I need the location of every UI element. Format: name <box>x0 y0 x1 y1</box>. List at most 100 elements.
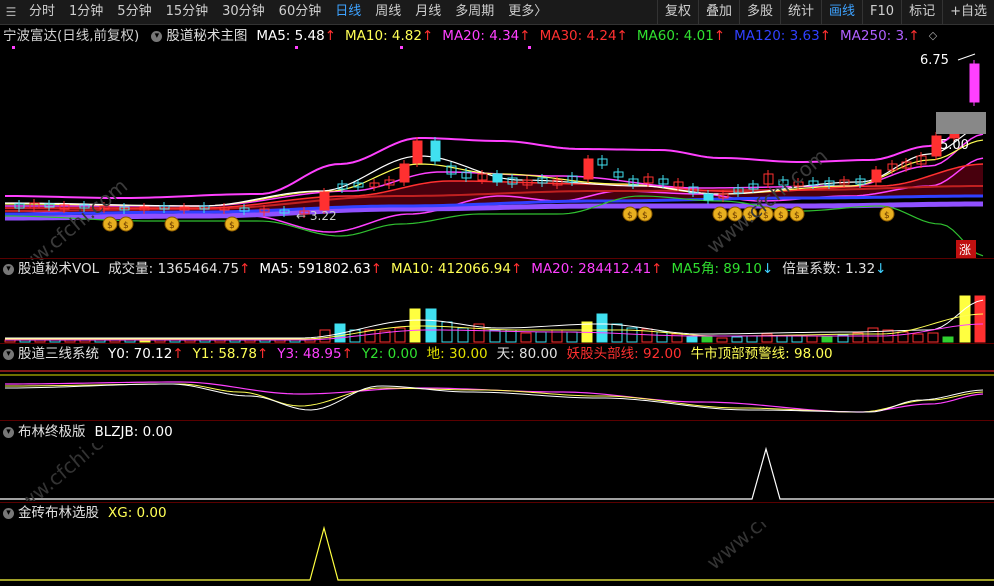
indicator-value: Y2: 0.00 <box>361 346 418 362</box>
boll-value: BLZJB: 0.00 <box>94 424 173 440</box>
tool-button[interactable]: 标记 <box>901 0 942 24</box>
candle <box>430 140 441 162</box>
main-indicator-name[interactable]: 股道秘术主图 <box>166 26 247 46</box>
trend-arrow-icon: ↓ <box>761 261 774 277</box>
period-tab[interactable]: 周线 <box>368 0 408 24</box>
boll-header: ▾ 布林终极版 BLZJB: 0.00 <box>0 422 182 442</box>
price-5-label: 5.00 <box>940 138 969 153</box>
period-tab[interactable]: 更多〉 <box>501 0 554 24</box>
boll-indicator-name[interactable]: 布林终极版 <box>18 422 86 442</box>
period-tab[interactable]: 日线 <box>328 0 368 24</box>
tool-button[interactable]: 叠加 <box>697 0 739 24</box>
gold-header: ▾ 金砖布林选股 XG: 0.00 <box>0 503 176 523</box>
trend-arrow-icon: ↑ <box>510 261 523 277</box>
boll-chart[interactable]: www.cfchi.com <box>0 443 994 501</box>
period-tab[interactable]: 60分钟 <box>272 0 329 24</box>
money-bag-icon: $ <box>642 211 648 221</box>
volume-bar <box>927 332 939 343</box>
tool-button[interactable]: 画线 <box>821 0 862 24</box>
money-bag-icon: $ <box>778 211 784 221</box>
indicator-value: MA10: 412066.94↑ <box>391 261 523 277</box>
candle <box>492 173 503 183</box>
vol-values: 成交量: 1365464.75↑ MA5: 591802.63↑ MA10: 412… <box>108 259 895 279</box>
gold-value: XG: 0.00 <box>108 505 167 521</box>
indicator-dropdown-icon[interactable]: ▾ <box>151 30 163 42</box>
vol-header: ▾ 股道秘术VOL 成交量: 1365464.75↑ MA5: 591802.63… <box>0 259 895 279</box>
high-price-label: 6.75 <box>920 53 949 68</box>
y3-line <box>4 381 984 413</box>
tool-button[interactable]: +自选 <box>942 0 994 24</box>
indicator-value: MA20: 4.34↑ <box>442 28 531 44</box>
vol-ma5-line <box>5 299 984 339</box>
marker <box>400 46 403 49</box>
vol-indicator-name[interactable]: 股道秘术VOL <box>18 259 99 279</box>
indicator-value: MA5角: 89.10↓ <box>671 261 774 277</box>
trend-arrow-icon: ↑ <box>370 261 383 277</box>
indicator-value: 牛市顶部预警线: 98.00 <box>690 346 833 362</box>
candle <box>319 191 330 211</box>
money-bag-icon: $ <box>717 211 723 221</box>
volume-bar <box>441 321 453 343</box>
period-tab[interactable]: 15分钟 <box>159 0 216 24</box>
volume-bar <box>776 335 788 343</box>
indicator-dropdown-icon[interactable]: ▾ <box>3 507 14 519</box>
indicator-value: MA30: 4.24↑ <box>539 28 628 44</box>
period-tab[interactable]: 多周期 <box>448 0 501 24</box>
period-tab[interactable]: 30分钟 <box>215 0 272 24</box>
three-line-values: Y0: 70.12↑ Y1: 58.78↑ Y3: 48.95↑ Y2: 0.00 地:… <box>108 344 842 364</box>
indicator-value: 地: 30.00 <box>426 346 488 362</box>
indicator-dropdown-icon[interactable]: ▾ <box>3 348 14 360</box>
volume-bar <box>867 327 879 343</box>
volume-bar <box>912 333 924 343</box>
indicator-dropdown-icon[interactable]: ▾ <box>3 426 14 438</box>
trend-arrow-icon: ↑ <box>651 261 663 277</box>
candle <box>399 163 410 183</box>
volume-bar <box>731 336 743 343</box>
three-line-header: ▾ 股道三线系统 Y0: 70.12↑ Y1: 58.78↑ Y3: 48.95↑ Y… <box>0 344 842 364</box>
trend-arrow-icon: ↑ <box>256 346 269 362</box>
tool-button[interactable]: 复权 <box>656 0 698 24</box>
trend-arrow-icon: ↑ <box>519 28 531 44</box>
period-tab[interactable]: 分时 <box>22 0 62 24</box>
menu-icon[interactable]: ☰ <box>0 0 22 24</box>
money-bag-icon: $ <box>794 211 800 221</box>
indicator-value: MA60: 4.01↑ <box>636 28 726 44</box>
volume-bar <box>394 327 406 343</box>
trend-arrow-icon: ↑ <box>172 346 184 362</box>
trend-arrow-icon: ↑ <box>908 28 920 44</box>
trend-arrow-icon: ↑ <box>341 346 353 362</box>
indicator-value: Y0: 70.12↑ <box>108 346 184 362</box>
three-line-indicator-name[interactable]: 股道三线系统 <box>18 344 99 364</box>
gold-chart[interactable]: www.cfchi.com <box>0 522 994 584</box>
marker <box>295 46 298 49</box>
trend-arrow-icon: ↑ <box>713 28 726 44</box>
price-cursor-box <box>936 112 986 134</box>
indicator-value: Y1: 58.78↑ <box>192 346 269 362</box>
volume-chart[interactable] <box>0 280 994 343</box>
volume-bar <box>746 335 758 343</box>
gold-indicator-name[interactable]: 金砖布林选股 <box>18 503 99 523</box>
indicator-value: 成交量: 1365464.75↑ <box>108 261 251 277</box>
indicator-value: Y3: 48.95↑ <box>277 346 353 362</box>
tool-button[interactable]: 统计 <box>780 0 821 24</box>
volume-bar <box>425 308 437 343</box>
period-tab[interactable]: 月线 <box>408 0 448 24</box>
high-pointer <box>957 53 976 61</box>
indicator-dropdown-icon[interactable]: ▾ <box>3 263 14 275</box>
money-bag-icon: $ <box>884 211 890 221</box>
trend-arrow-icon: ↑ <box>616 28 628 44</box>
money-bag-icon: $ <box>169 221 175 231</box>
period-tab[interactable]: 5分钟 <box>110 0 158 24</box>
tool-button[interactable]: 多股 <box>739 0 780 24</box>
y0-line <box>4 383 984 413</box>
candlestick-chart[interactable]: 6.755.00← 3.22涨$ $ $ $$ $ $ $ $ $ $ $ $www.cfchi.co… <box>0 46 994 260</box>
settings-diamond-icon[interactable]: ◇ <box>929 26 937 46</box>
tool-button[interactable]: F10 <box>862 0 901 24</box>
volume-bar <box>520 332 532 343</box>
three-line-chart[interactable] <box>0 364 994 420</box>
volume-bar <box>791 335 803 343</box>
trend-arrow-icon: ↑ <box>819 28 832 44</box>
volume-bar <box>596 313 608 343</box>
money-bag-icon: $ <box>107 221 113 231</box>
period-tab[interactable]: 1分钟 <box>62 0 110 24</box>
